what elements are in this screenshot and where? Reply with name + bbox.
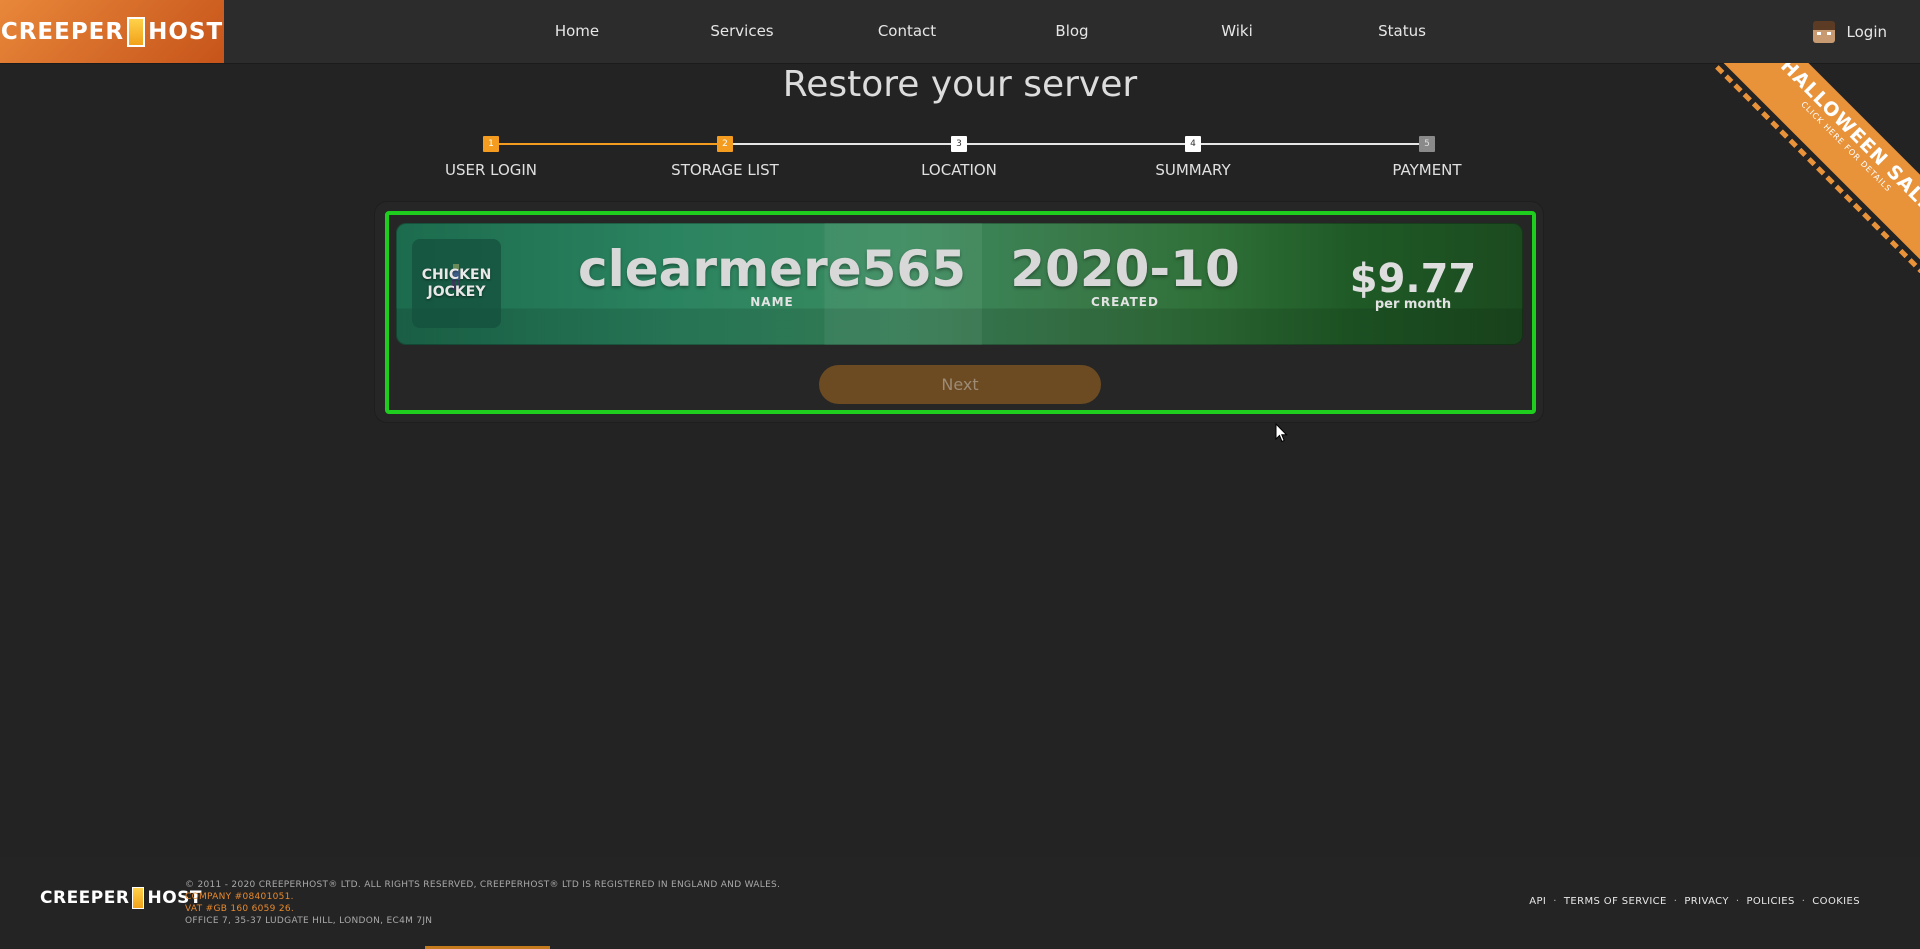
nav-home[interactable]: Home xyxy=(555,0,599,63)
server-price-value: $9.77 xyxy=(1349,256,1477,302)
step-1-label: USER LOGIN xyxy=(444,161,538,179)
footer-link-policies[interactable]: POLICIES xyxy=(1746,896,1794,907)
page-title: Restore your server xyxy=(782,64,1138,105)
logo-wordmark: CREEPER HOST xyxy=(0,16,224,47)
step-2-label: STORAGE LIST xyxy=(671,161,779,179)
mob-type-line-1: CHICKEN xyxy=(421,266,492,283)
footer-link-terms[interactable]: TERMS OF SERVICE xyxy=(1564,896,1667,907)
footer-separator: · xyxy=(1553,896,1557,907)
stepper-line-done xyxy=(491,143,725,145)
server-created-value: 2020-10 xyxy=(1010,240,1240,298)
footer-separator: · xyxy=(1735,896,1740,907)
step-3-label: LOCATION xyxy=(921,161,997,179)
step-5-label: PAYMENT xyxy=(1392,161,1462,179)
server-name-field: clearmere565 NAME xyxy=(578,241,966,309)
step-2-number: 2 xyxy=(717,136,733,152)
login-label: Login xyxy=(1846,22,1887,41)
nav-contact[interactable]: Contact xyxy=(878,0,936,63)
footer-address: OFFICE 7, 35-37 LUDGATE HILL, LONDON, EC… xyxy=(185,916,433,926)
footer-separator: · xyxy=(1673,896,1678,907)
footer-logo-left: CREEPER xyxy=(40,888,130,908)
footer-link-cookies[interactable]: COOKIES xyxy=(1812,896,1860,907)
footer-vat-number: VAT #GB 160 6059 26. xyxy=(185,904,295,914)
creeper-block-icon xyxy=(127,16,146,47)
logo-text-right: HOST xyxy=(148,18,224,45)
top-navbar: CREEPER HOST Home Services Contact Blog … xyxy=(0,0,1920,64)
server-storage-card[interactable]: CHICKEN JOCKEY clearmere565 NAME 2020-10… xyxy=(396,223,1523,345)
footer-company-number: COMPANY #08401051. xyxy=(185,892,294,902)
footer-link-api[interactable]: API xyxy=(1529,896,1546,907)
server-price-field: $9.77 per month xyxy=(1350,257,1477,312)
footer-logo[interactable]: CREEPER HOST xyxy=(40,887,202,909)
progress-stepper: 1 USER LOGIN 2 STORAGE LIST 3 LOCATION 4… xyxy=(0,130,1920,180)
step-4-number: 4 xyxy=(1185,136,1201,152)
footer-legal-info: © 2011 - 2020 CREEPERHOST® LTD. ALL RIGH… xyxy=(185,879,780,927)
nav-blog[interactable]: Blog xyxy=(1055,0,1088,63)
step-1-number: 1 xyxy=(483,136,499,152)
logo-text-left: CREEPER xyxy=(0,18,125,45)
stepper-line-pending xyxy=(725,143,1427,145)
footer-copyright: © 2011 - 2020 CREEPERHOST® LTD. ALL RIGH… xyxy=(185,880,781,890)
avatar-icon xyxy=(1812,20,1835,43)
mob-type-line-2: JOCKEY xyxy=(427,283,486,300)
step-5-number: 5 xyxy=(1419,136,1435,152)
login-link[interactable]: Login xyxy=(1812,0,1887,63)
server-name-value: clearmere565 xyxy=(577,240,967,298)
server-created-field: 2020-10 CREATED xyxy=(1010,241,1240,309)
mob-type-label: CHICKEN JOCKEY xyxy=(422,267,492,301)
footer-creeper-block-icon xyxy=(132,887,145,909)
page-footer: CREEPER HOST © 2011 - 2020 CREEPERHOST® … xyxy=(0,857,1920,949)
step-3-number: 3 xyxy=(951,136,967,152)
nav-wiki[interactable]: Wiki xyxy=(1221,0,1253,63)
footer-links: API · TERMS OF SERVICE · PRIVACY · POLIC… xyxy=(1529,896,1860,907)
footer-separator: · xyxy=(1801,896,1806,907)
nav-services[interactable]: Services xyxy=(710,0,773,63)
mouse-cursor-icon xyxy=(1275,423,1288,443)
mob-type-badge: CHICKEN JOCKEY xyxy=(412,239,501,328)
step-4-label: SUMMARY xyxy=(1155,161,1231,179)
next-button[interactable]: Next xyxy=(819,365,1101,404)
creeperhost-logo[interactable]: CREEPER HOST xyxy=(0,0,224,63)
footer-link-privacy[interactable]: PRIVACY xyxy=(1684,896,1729,907)
nav-status[interactable]: Status xyxy=(1378,0,1426,63)
